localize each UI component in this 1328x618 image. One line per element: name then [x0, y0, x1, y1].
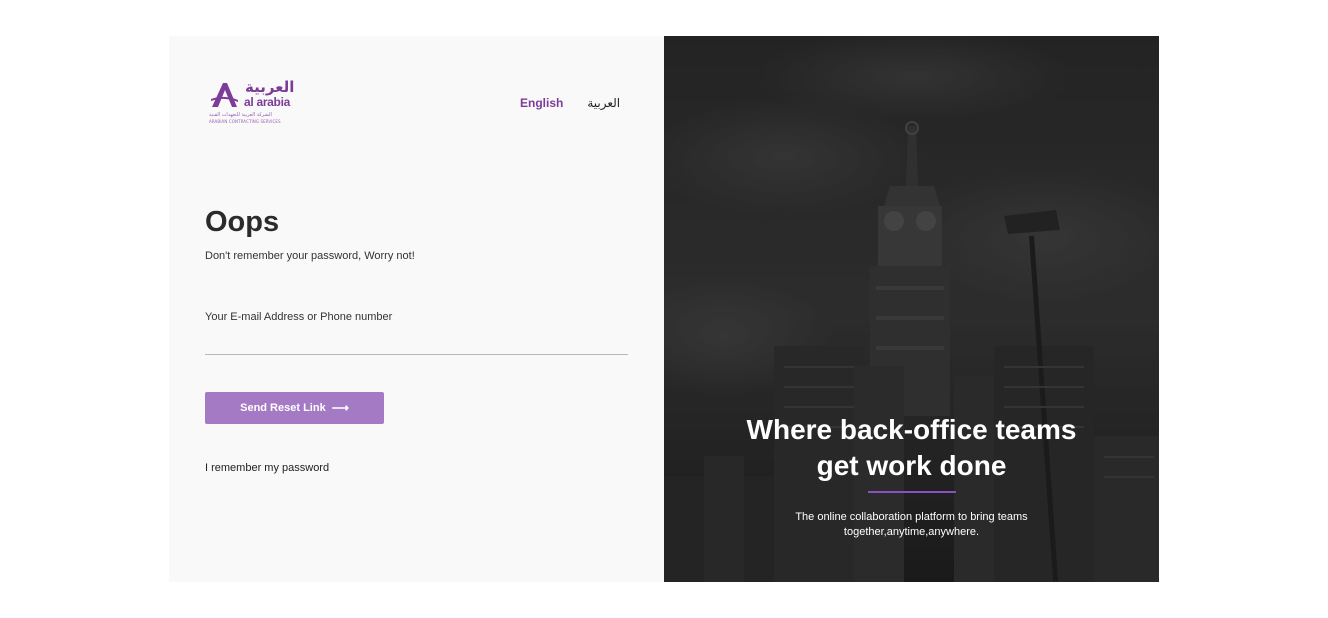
hero-description-line-1: The online collaboration platform to bri… — [795, 511, 1028, 523]
hero-title-line-2: get work done — [816, 450, 1007, 481]
language-arabic-link[interactable]: العربية — [587, 96, 620, 110]
brand-tagline-arabic: الشركة العربية للتعهدات الفنية — [209, 112, 272, 118]
login-frame: العربية al arabia الشركة العربية للتعهدا… — [169, 36, 1159, 582]
send-reset-link-label: Send Reset Link — [240, 402, 326, 414]
page-title: Oops — [205, 206, 280, 238]
hero-title: Where back-office teams get work done — [664, 412, 1159, 484]
send-reset-link-button[interactable]: Send Reset Link ⟶ — [205, 392, 384, 424]
hero-overlay — [664, 36, 1159, 582]
brand-name-arabic: العربية — [245, 78, 295, 96]
language-english-link[interactable]: English — [520, 96, 563, 110]
email-or-phone-input[interactable] — [205, 330, 628, 355]
remember-password-link[interactable]: I remember my password — [205, 462, 329, 474]
arrow-right-icon: ⟶ — [331, 401, 349, 415]
hero-panel: Where back-office teams get work done Th… — [664, 36, 1159, 582]
hero-divider — [868, 491, 956, 493]
hero-description: The online collaboration platform to bri… — [664, 510, 1159, 540]
brand-tagline-english: ARABIAN CONTRACTING SERVICES — [209, 119, 281, 124]
brand-name-english: al arabia — [244, 95, 290, 109]
hero-title-line-1: Where back-office teams — [746, 414, 1077, 445]
form-panel: العربية al arabia الشركة العربية للتعهدا… — [169, 36, 664, 582]
email-or-phone-label: Your E-mail Address or Phone number — [205, 311, 393, 323]
brand-logo: العربية al arabia الشركة العربية للتعهدا… — [209, 78, 295, 128]
al-arabia-logo-mark — [211, 83, 238, 107]
hero-description-line-2: together,anytime,anywhere. — [843, 526, 980, 538]
language-switch: English العربية — [520, 96, 620, 110]
page-subtitle: Don't remember your password, Worry not! — [205, 250, 415, 262]
